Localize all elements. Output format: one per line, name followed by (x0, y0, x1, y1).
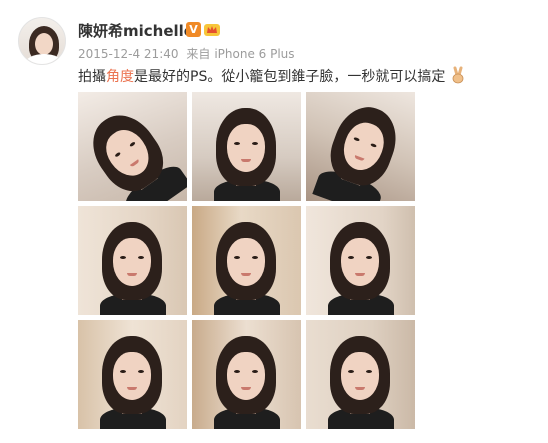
photo-thumbnail[interactable] (78, 92, 187, 201)
avatar[interactable] (18, 17, 66, 65)
victory-hand-icon (452, 66, 464, 84)
photo-thumbnail[interactable] (78, 206, 187, 315)
verified-badge-icon[interactable]: V (186, 22, 201, 37)
post-text: 拍攝角度是最好的PS。從小籠包到錐子臉，一秒就可以搞定 (78, 66, 467, 86)
post-text-highlight: 角度 (106, 69, 134, 85)
post-text-part-1: 拍攝 (78, 69, 106, 85)
photo-thumbnail[interactable] (78, 320, 187, 429)
photo-thumbnail[interactable] (192, 320, 301, 429)
crown-member-icon[interactable] (204, 22, 220, 37)
user-name-link[interactable]: 陳妍希michelle (78, 20, 194, 41)
post-meta: 2015-12-4 21:40 来自 iPhone 6 Plus (78, 45, 299, 62)
photo-thumbnail[interactable] (192, 206, 301, 315)
post-text-part-2: 是最好的PS。從小籠包到錐子臉，一秒就可以搞定 (134, 69, 446, 85)
photo-thumbnail[interactable] (306, 206, 415, 315)
weibo-post: 陳妍希michelle V 2015-12-4 21:40 来自 iPhone 6… (0, 0, 548, 443)
source-device-link[interactable]: iPhone 6 Plus (214, 47, 294, 61)
timestamp-link[interactable]: 2015-12-4 21:40 (78, 47, 179, 61)
photo-thumbnail[interactable] (306, 320, 415, 429)
photo-thumbnail[interactable] (192, 92, 301, 201)
source-prefix: 来自 (186, 47, 211, 61)
photo-thumbnail[interactable] (306, 92, 415, 201)
